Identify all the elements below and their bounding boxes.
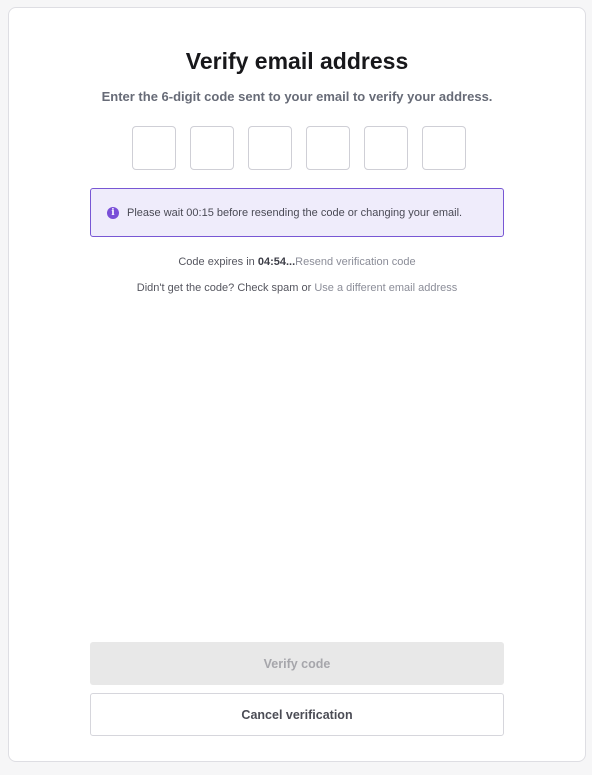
otp-digit-2[interactable]: [190, 126, 234, 170]
otp-input-group: [132, 126, 466, 170]
spam-hint-line: Didn't get the code? Check spam or Use a…: [9, 282, 585, 294]
otp-digit-4[interactable]: [306, 126, 350, 170]
expiry-line: Code expires in 04:54...Resend verificat…: [9, 256, 585, 268]
page-subtitle: Enter the 6-digit code sent to your emai…: [101, 89, 493, 104]
otp-digit-6[interactable]: [422, 126, 466, 170]
resend-code-link[interactable]: Resend verification code: [295, 256, 415, 268]
spam-hint-text: Didn't get the code? Check spam or: [136, 282, 315, 294]
verify-card: Verify email address Enter the 6-digit c…: [8, 7, 586, 762]
expiry-prefix: Code expires in: [178, 256, 258, 268]
page-title: Verify email address: [185, 48, 409, 74]
otp-digit-5[interactable]: [364, 126, 408, 170]
otp-digit-1[interactable]: [132, 126, 176, 170]
verify-code-button[interactable]: Verify code: [90, 642, 504, 685]
alert-message: Please wait 00:15 before resending the c…: [127, 206, 463, 219]
info-icon: i: [107, 206, 119, 219]
change-email-link[interactable]: Use a different email address: [314, 282, 457, 294]
resend-wait-alert: i Please wait 00:15 before resending the…: [90, 188, 504, 237]
otp-digit-3[interactable]: [248, 126, 292, 170]
cancel-verification-button[interactable]: Cancel verification: [90, 693, 504, 736]
expiry-countdown: 04:54...: [257, 256, 296, 268]
